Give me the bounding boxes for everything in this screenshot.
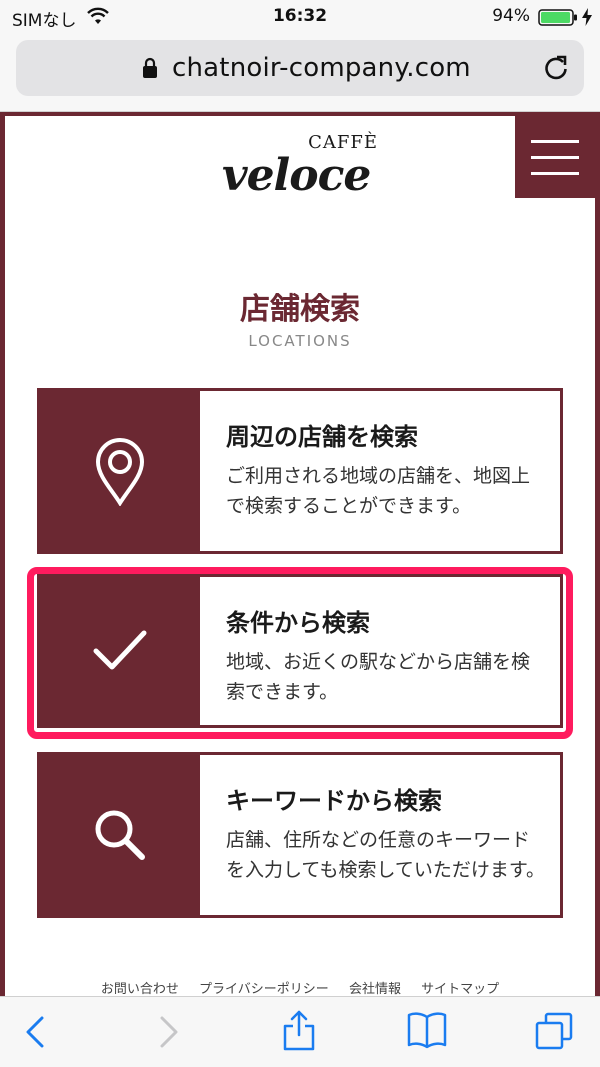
hamburger-menu-button[interactable]: [515, 116, 600, 198]
card-description: 地域、お近くの駅などから店舗を検索できます。: [226, 651, 531, 704]
section-title: 店舗検索: [240, 292, 360, 327]
menu-icon-line: [531, 156, 579, 159]
menu-icon-line: [531, 172, 579, 175]
card-title: 周辺の店舗を検索: [226, 423, 418, 451]
card-title: 条件から検索: [226, 609, 370, 637]
location-pin-icon: [95, 438, 145, 506]
browser-address-area: chatnoir-company.com: [0, 34, 600, 112]
card-title: キーワードから検索: [226, 787, 442, 815]
card-description: ご利用される地域の店舗を、地図上で検索することができます。: [226, 465, 531, 518]
forward-icon[interactable]: [158, 1015, 180, 1049]
share-icon[interactable]: [282, 1009, 316, 1051]
menu-icon-line: [531, 140, 579, 143]
back-icon[interactable]: [24, 1015, 46, 1049]
lock-icon: [143, 57, 157, 78]
veloce-logo[interactable]: CAFFÈ veloce: [222, 132, 382, 202]
tabs-icon[interactable]: [534, 1011, 574, 1051]
footer-link-company[interactable]: 会社情報: [349, 982, 401, 996]
battery-percent: 94%: [492, 6, 530, 26]
section-subtitle: LOCATIONS: [248, 332, 352, 350]
frame-border-right: [595, 112, 600, 996]
charging-icon: [582, 8, 592, 26]
frame-border-left: [0, 112, 5, 996]
nearby-search-card[interactable]: 周辺の店舗を検索 ご利用される地域の店舗を、地図上で検索することができます。: [37, 388, 563, 554]
reload-icon[interactable]: [542, 54, 570, 82]
logo-veloce-text: veloce: [222, 150, 371, 201]
url-text: chatnoir-company.com: [172, 53, 471, 83]
card-description: 店舗、住所などの任意のキーワードを入力しても検索していただけます。: [226, 829, 546, 882]
condition-search-card[interactable]: 条件から検索 地域、お近くの駅などから店舗を検索できます。: [37, 574, 563, 728]
footer-link-privacy[interactable]: プライバシーポリシー: [199, 982, 329, 996]
card-icon-box: [40, 755, 200, 915]
bookmarks-icon[interactable]: [406, 1011, 448, 1049]
footer-link-contact[interactable]: お問い合わせ: [101, 982, 179, 996]
status-bar: SIMなし 16:32 94%: [0, 0, 600, 34]
card-icon-box: [40, 577, 200, 725]
footer-link-sitemap[interactable]: サイトマップ: [421, 982, 499, 996]
browser-toolbar: [0, 996, 600, 1067]
page-content: CAFFÈ veloce 店舗検索 LOCATIONS 周辺の店舗を検索 ご利用…: [0, 112, 600, 996]
card-icon-box: [40, 391, 200, 551]
checkmark-icon: [93, 630, 147, 670]
address-bar[interactable]: chatnoir-company.com: [16, 40, 584, 96]
search-icon: [95, 810, 145, 860]
footer-links: お問い合わせ プライバシーポリシー 会社情報 サイトマップ: [0, 978, 600, 996]
frame-border-top: [0, 112, 600, 116]
battery-icon: [538, 9, 577, 26]
keyword-search-card[interactable]: キーワードから検索 店舗、住所などの任意のキーワードを入力しても検索していただけ…: [37, 752, 563, 918]
